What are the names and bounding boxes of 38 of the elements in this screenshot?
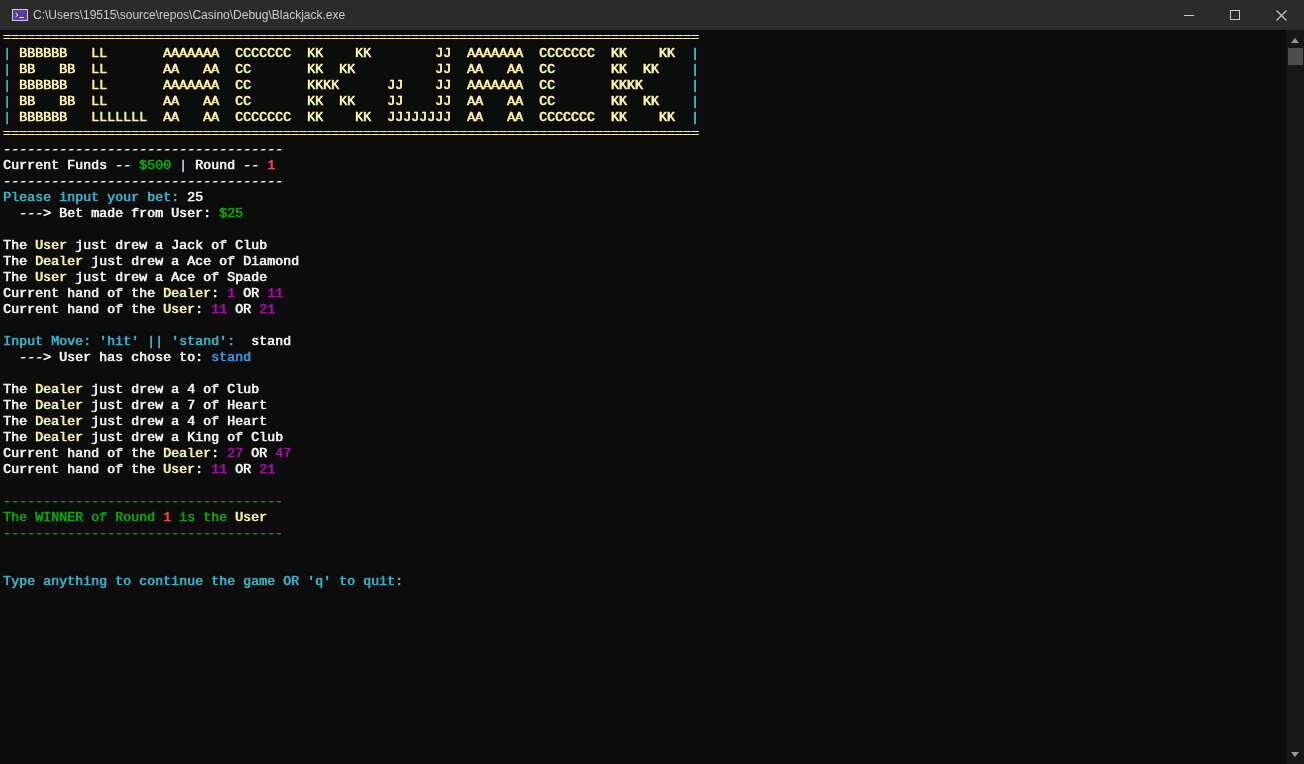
console-line: Type anything to continue the game OR 'q' to quit: xyxy=(3,574,403,590)
console-line: The Dealer just drew a 4 of Heart xyxy=(3,414,267,430)
console-line: The Dealer just drew a King of Club xyxy=(3,430,283,446)
console-line: ---> Bet made from User: $25 xyxy=(18,206,243,222)
console-line: The Dealer just drew a Ace of Diamond xyxy=(3,254,299,270)
scrollbar-thumb[interactable] xyxy=(1287,48,1303,65)
console-line: ----------------------------------- xyxy=(3,494,283,510)
console-line: The Dealer just drew a 7 of Heart xyxy=(3,398,267,414)
console-line: The User just drew a Ace of Spade xyxy=(3,270,267,286)
separator-text: ======================================================================================= xyxy=(3,30,699,46)
window-title: C:\Users\19515\source\repos\Casino\Debug\Blackjack.exe xyxy=(33,7,346,23)
banner-art-line: | BBBBBB LL AAAAAAA CCCCCCC KK KK JJ AAAAAAA CCCCCCC KK KK | xyxy=(3,46,699,62)
banner-art-line: | BBBBBB LLLLLLL AA AA CCCCCCC KK KK JJJJJJJJ AA AA CCCCCCC KK KK | xyxy=(3,110,699,126)
console-line: Current hand of the Dealer: 27 OR 47 xyxy=(3,446,291,462)
console-line: ----------------------------------- xyxy=(3,142,283,158)
banner-art-line: | BBBBBB LL AAAAAAA CC KKKK JJ JJ AAAAAAA CC KKKK | xyxy=(3,78,699,94)
console-line: ----------------------------------- xyxy=(3,174,283,190)
console-line: Input Move: 'hit' || 'stand': stand xyxy=(3,334,291,350)
scrollbar-track[interactable] xyxy=(1286,30,1304,764)
banner-art-line: | BB BB LL AA AA CC KK KK JJ AA AA CC KK KK | xyxy=(3,62,699,78)
terminal-icon xyxy=(12,9,28,21)
separator-text: ======================================================================================= xyxy=(3,126,699,142)
console-line: ----------------------------------- xyxy=(3,526,283,542)
console-line: ---> User has chose to: stand xyxy=(18,350,251,366)
console-line: Current hand of the Dealer: 1 OR 11 xyxy=(3,286,283,302)
console-line: Current hand of the User: 11 OR 21 xyxy=(3,462,275,478)
scroll-up-icon[interactable] xyxy=(1291,38,1299,43)
console-line: The WINNER of Round 1 is the User xyxy=(3,510,267,526)
console-line: Please input your bet: 25 xyxy=(3,190,203,206)
console-line: The Dealer just drew a 4 of Club xyxy=(3,382,259,398)
console-line: Current Funds -- $500 | Round -- 1 xyxy=(3,158,275,174)
minimize-icon[interactable] xyxy=(1184,14,1194,16)
console-line: Current hand of the User: 11 OR 21 xyxy=(3,302,275,318)
console-line: The User just drew a Jack of Club xyxy=(3,238,267,254)
close-icon[interactable] xyxy=(1275,9,1287,21)
banner-art-line: | BB BB LL AA AA CC KK KK JJ JJ AA AA CC KK KK | xyxy=(3,94,699,110)
maximize-icon[interactable] xyxy=(1230,10,1240,20)
scroll-down-icon[interactable] xyxy=(1291,752,1299,757)
